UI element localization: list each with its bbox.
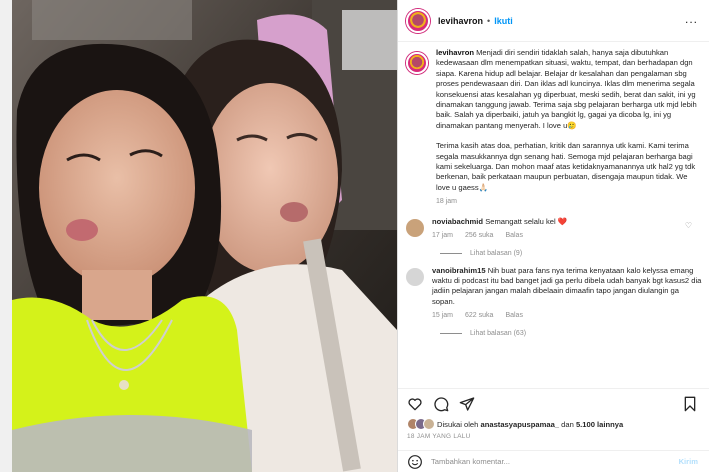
liked-by-suffix: dan xyxy=(561,419,574,429)
comment-meta: 15 jam 622 suka Balas xyxy=(432,311,702,321)
comment-body: noviabachmid Semangatt selalu kel ❤️ 17 … xyxy=(432,217,702,242)
caption-avatar[interactable] xyxy=(406,52,428,74)
share-icon[interactable] xyxy=(459,396,475,412)
comment-likes[interactable]: 256 suka xyxy=(465,231,493,241)
reply-button[interactable]: Balas xyxy=(505,231,523,241)
selfie-image xyxy=(12,0,397,472)
comment-username[interactable]: vanoibrahim15 xyxy=(432,266,486,275)
replies-divider xyxy=(440,332,462,334)
liked-by-count[interactable]: 5.100 lainnya xyxy=(576,420,623,429)
follow-button[interactable]: Ikuti xyxy=(494,16,513,26)
comment-like-heart-icon[interactable]: ♡ xyxy=(685,270,692,279)
comment-avatar[interactable] xyxy=(406,267,424,286)
replies-divider xyxy=(440,252,462,254)
action-icons xyxy=(398,389,709,412)
view-replies-button[interactable]: Lihat balasan (9) xyxy=(440,250,702,257)
comment-item: vanoibrahim15 Nih buat para fans nya ter… xyxy=(406,266,702,322)
comment-text: Semangatt selalu kel ❤️ xyxy=(485,216,568,226)
comment-username[interactable]: noviabachmid xyxy=(432,217,483,226)
comment-icon[interactable] xyxy=(433,396,449,412)
comment-meta: 17 jam 256 suka Balas xyxy=(432,231,702,241)
author-username[interactable]: levihavron xyxy=(438,16,483,26)
emoji-icon[interactable] xyxy=(407,454,423,470)
comment-item: noviabachmid Semangatt selalu kel ❤️ 17 … xyxy=(406,217,702,242)
comment-time: 15 jam xyxy=(432,312,454,320)
author-avatar[interactable] xyxy=(406,8,430,33)
liked-by-prefix: Disukai oleh xyxy=(437,419,479,429)
comment-like-heart-icon[interactable]: ♡ xyxy=(685,221,692,230)
view-replies-label[interactable]: Lihat balasan (63) xyxy=(470,330,526,337)
liker-avatars xyxy=(407,418,435,430)
post-header: levihavron • Ikuti ... xyxy=(398,0,709,42)
liked-by-user[interactable]: anastasyapuspamaa_ xyxy=(481,420,560,429)
comment-likes[interactable]: 622 suka xyxy=(465,311,493,321)
separator-dot: • xyxy=(487,15,491,26)
comment-time: 17 jam xyxy=(432,232,454,240)
caption-username[interactable]: levihavron xyxy=(436,48,474,57)
caption-time: 18 jam xyxy=(436,198,458,206)
post-comment-button[interactable]: Kirim xyxy=(679,457,698,466)
instagram-post-modal: levihavron • Ikuti ... levihavron Menjad… xyxy=(0,0,709,472)
add-comment-bar: Kirim xyxy=(398,450,709,472)
view-replies-button[interactable]: Lihat balasan (63) xyxy=(440,330,702,337)
caption-text-paragraph-2: Terima kasih atas doa, perhatian, kritik… xyxy=(436,141,696,192)
like-heart-icon[interactable] xyxy=(407,396,423,412)
liker-avatar xyxy=(423,418,435,430)
liked-by-row: Disukai oleh anastasyapuspamaa_ dan 5.10… xyxy=(398,412,709,430)
bookmark-icon[interactable] xyxy=(682,396,698,412)
caption-body: levihavron Menjadi diri sendiri tidaklah… xyxy=(436,48,702,208)
comment-input[interactable] xyxy=(431,457,641,466)
comment-body: vanoibrahim15 Nih buat para fans nya ter… xyxy=(432,266,702,322)
post-photo[interactable] xyxy=(12,0,397,472)
post-actions: Disukai oleh anastasyapuspamaa_ dan 5.10… xyxy=(398,388,709,472)
view-replies-label[interactable]: Lihat balasan (9) xyxy=(470,250,522,257)
comments-scroll-area[interactable]: levihavron Menjadi diri sendiri tidaklah… xyxy=(398,42,709,388)
comment-avatar[interactable] xyxy=(406,218,424,237)
caption-text-paragraph-1: Menjadi diri sendiri tidaklah salah, han… xyxy=(436,48,697,130)
post-timestamp: 18 JAM YANG LALU xyxy=(407,433,471,440)
post-side-panel: levihavron • Ikuti ... levihavron Menjad… xyxy=(397,0,709,472)
reply-button[interactable]: Balas xyxy=(505,311,523,321)
caption: levihavron Menjadi diri sendiri tidaklah… xyxy=(406,48,702,208)
more-options-icon[interactable]: ... xyxy=(685,13,698,25)
